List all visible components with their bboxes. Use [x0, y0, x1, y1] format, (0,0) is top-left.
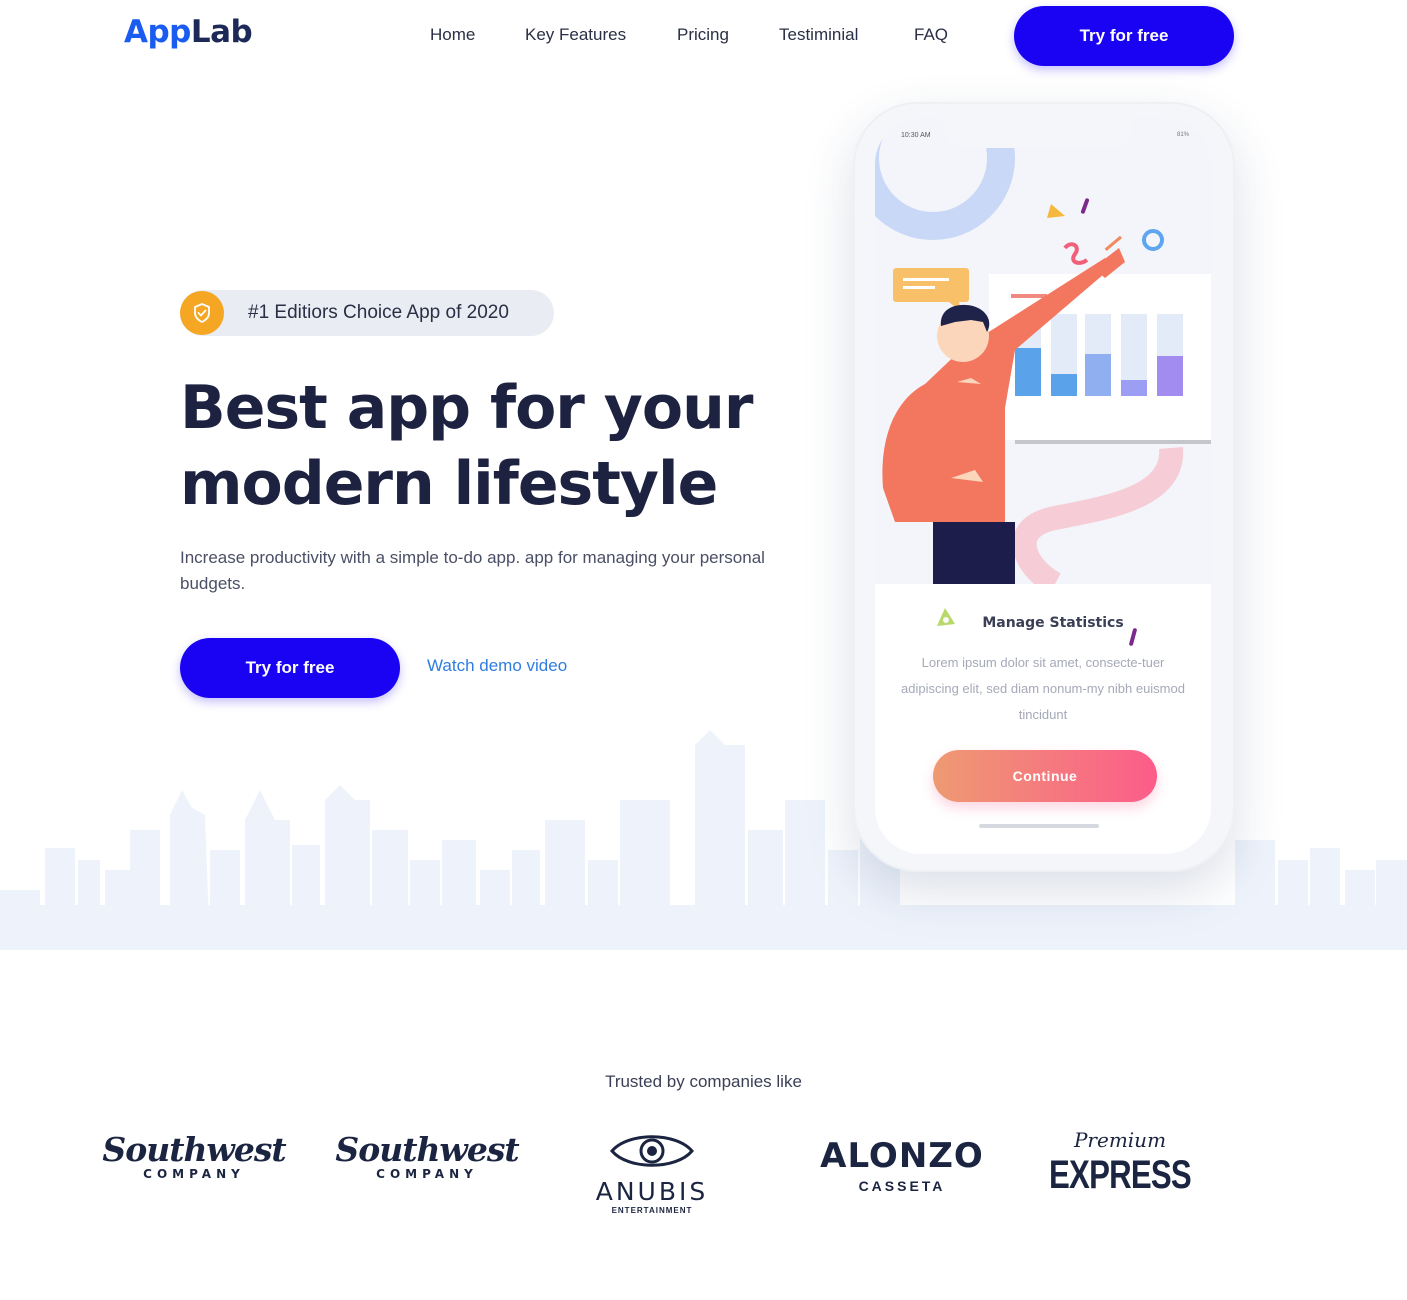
nav-link-faq[interactable]: FAQ — [914, 25, 948, 45]
logo-southwest-1-name: Southwest — [102, 1130, 286, 1169]
logo-southwest-1-sub: COMPANY — [143, 1167, 245, 1181]
logo-southwest-1: Southwest COMPANY — [102, 1133, 286, 1182]
trusted-by-heading: Trusted by companies like — [605, 1072, 802, 1091]
applab-logo[interactable]: AppLab — [124, 14, 253, 50]
logo-part-app: App — [124, 14, 191, 50]
home-indicator — [979, 824, 1099, 828]
hero-title-line-1: Best app for your — [180, 373, 753, 443]
editors-choice-badge: #1 Editiors Choice App of 2020 — [180, 290, 554, 336]
logo-anubis-sub: ENTERTAINMENT — [611, 1206, 693, 1215]
logo-alonzo-name: ALONZO — [820, 1136, 984, 1176]
logo-alonzo: ALONZO CASSETA — [820, 1134, 984, 1194]
nav-link-home[interactable]: Home — [430, 25, 475, 45]
logo-anubis-name: ANUBIS — [595, 1177, 709, 1206]
nav-link-key-features[interactable]: Key Features — [525, 25, 626, 45]
logo-alonzo-sub: CASSETA — [858, 1178, 946, 1194]
hero-subtitle: Increase productivity with a simple to-d… — [180, 548, 765, 593]
phone-notch — [943, 118, 1133, 148]
nav-link-pricing[interactable]: Pricing — [677, 25, 729, 45]
hero-title-line-2: modern lifestyle — [180, 449, 718, 519]
watch-demo-video-link[interactable]: Watch demo video — [427, 656, 567, 676]
continue-button[interactable]: Continue — [933, 750, 1157, 802]
card-title: Manage Statistics — [982, 615, 1124, 631]
logo-express-name: EXPRESS — [1049, 1153, 1192, 1197]
logo-express-sub: Premium — [1073, 1128, 1167, 1152]
statistics-illustration — [875, 118, 1211, 584]
top-navigation: AppLab Home Key Features Pricing Testimi… — [0, 0, 1407, 72]
award-shield-icon — [180, 291, 224, 335]
logo-southwest-2-sub: COMPANY — [376, 1167, 478, 1181]
status-battery: 81% — [1176, 132, 1189, 138]
hero-title: Best app for your modern lifestyle — [180, 370, 820, 522]
status-time: 10:30 AM — [901, 132, 931, 139]
logo-anubis: ANUBIS ENTERTAINMENT — [586, 1130, 718, 1215]
phone-screen: 10:30 AM 81% Manage Statistics Lorem ips… — [875, 118, 1211, 854]
logo-southwest-2: Southwest COMPANY — [335, 1133, 519, 1182]
logo-part-lab: Lab — [190, 14, 253, 50]
logo-premium-express: Premium EXPRESS — [1048, 1128, 1192, 1198]
eye-icon — [610, 1135, 694, 1167]
nav-try-for-free-button[interactable]: Try for free — [1014, 6, 1234, 66]
hero-try-for-free-button[interactable]: Try for free — [180, 638, 400, 698]
nav-link-testimonial[interactable]: Testiminial — [779, 25, 858, 45]
logo-southwest-2-name: Southwest — [335, 1130, 519, 1169]
badge-text: #1 Editiors Choice App of 2020 — [248, 302, 509, 323]
card-description: Lorem ipsum dolor sit amet, consecte-tue… — [901, 655, 1185, 722]
presenter-illustration — [875, 118, 1211, 584]
phone-mockup: 10:30 AM 81% Manage Statistics Lorem ips… — [853, 102, 1235, 872]
